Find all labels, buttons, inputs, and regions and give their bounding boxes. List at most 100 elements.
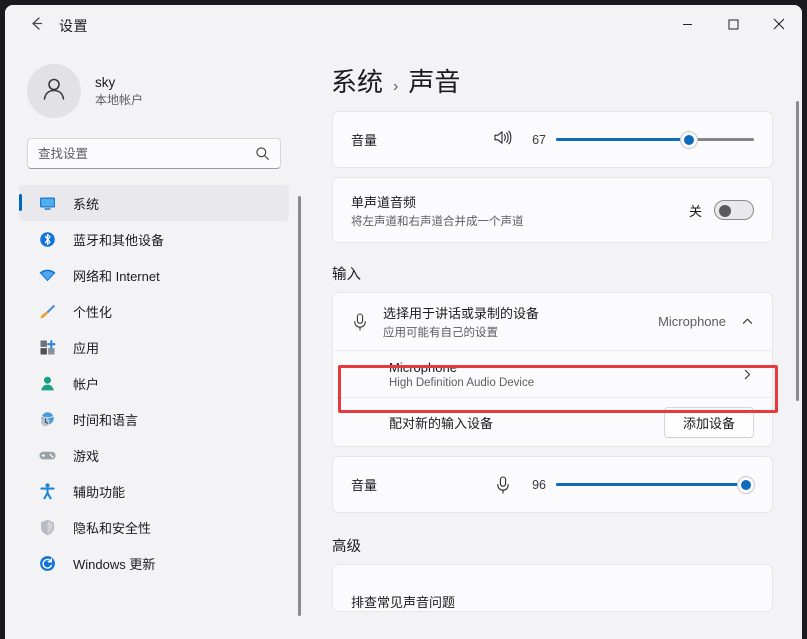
sidebar-item-accessibility[interactable]: 辅助功能 xyxy=(19,473,289,509)
chevron-up-icon[interactable] xyxy=(740,315,754,328)
advanced-section-heading: 高级 xyxy=(332,539,361,555)
input-device-picker-text: 选择用于讲话或录制的设备 应用可能有自己的设置 xyxy=(383,303,539,340)
sidebar-item-apps[interactable]: 应用 xyxy=(19,329,289,365)
shield-icon xyxy=(37,517,57,537)
apps-icon xyxy=(37,337,57,357)
minimize-button[interactable] xyxy=(664,5,710,46)
input-volume-value: 96 xyxy=(532,477,546,492)
arrow-left-icon xyxy=(28,15,45,37)
input-device-item-subtitle: High Definition Audio Device xyxy=(389,376,535,389)
input-volume-label: 音量 xyxy=(351,478,378,493)
accessibility-icon xyxy=(37,481,57,501)
mono-audio-row[interactable]: 单声道音频 将左声道和右声道合并成一个声道 关 xyxy=(333,178,772,242)
profile-text: sky 本地帐户 xyxy=(95,74,143,109)
mono-audio-text: 单声道音频 将左声道和右声道合并成一个声道 xyxy=(351,192,524,229)
speaker-icon xyxy=(493,129,512,151)
profile-name: sky xyxy=(95,74,116,90)
mono-audio-card: 单声道音频 将左声道和右声道合并成一个声道 关 xyxy=(332,177,773,243)
sidebar-item-system[interactable]: 系统 xyxy=(19,185,289,221)
sidebar-item-label: 蓝牙和其他设备 xyxy=(73,232,165,248)
input-device-picker-subtitle: 应用可能有自己的设置 xyxy=(383,327,498,339)
advanced-card: 排查常见声音问题 xyxy=(332,564,773,612)
search-icon xyxy=(255,146,270,166)
sidebar-item-personalization[interactable]: 个性化 xyxy=(19,293,289,329)
user-profile[interactable]: sky 本地帐户 xyxy=(27,64,303,118)
monitor-icon xyxy=(37,193,57,213)
output-volume-label: 音量 xyxy=(351,133,378,148)
update-icon xyxy=(37,553,57,573)
input-volume-slider[interactable] xyxy=(556,476,755,493)
breadcrumb-root[interactable]: 系统 xyxy=(331,62,383,99)
breadcrumb-separator: › xyxy=(393,78,399,95)
search-box[interactable] xyxy=(27,138,281,169)
output-volume-slider[interactable] xyxy=(556,131,754,148)
input-device-item-row[interactable]: Microphone High Definition Audio Device xyxy=(333,351,772,397)
sidebar-item-network[interactable]: 网络和 Internet xyxy=(19,257,289,293)
output-volume-row[interactable]: 音量 67 xyxy=(333,112,772,167)
sidebar-item-bluetooth[interactable]: 蓝牙和其他设备 xyxy=(19,221,289,257)
sidebar-item-label: 个性化 xyxy=(73,304,113,320)
input-device-card: 选择用于讲话或录制的设备 应用可能有自己的设置 Microphone Micro… xyxy=(332,292,773,447)
input-volume-row[interactable]: 音量 96 xyxy=(333,457,772,512)
input-device-picker-value: Microphone xyxy=(658,314,726,329)
gamepad-icon xyxy=(37,445,57,465)
minimize-icon xyxy=(682,17,693,35)
close-icon xyxy=(773,17,785,35)
search-input[interactable] xyxy=(28,139,238,168)
person-icon xyxy=(39,74,69,109)
chevron-right-icon[interactable] xyxy=(740,368,754,381)
troubleshoot-row[interactable]: 排查常见声音问题 xyxy=(333,565,772,611)
sidebar-item-label: 帐户 xyxy=(73,376,100,392)
mono-audio-subtitle: 将左声道和右声道合并成一个声道 xyxy=(351,215,524,228)
sidebar-scrollbar[interactable] xyxy=(298,196,301,616)
breadcrumb-current: 声音 xyxy=(408,67,461,97)
input-device-item-text: Microphone High Definition Audio Device xyxy=(389,360,534,389)
window-controls xyxy=(664,5,802,46)
sidebar-item-time-language[interactable]: 时间和语言 xyxy=(19,401,289,437)
pair-input-device-row: 配对新的输入设备 添加设备 xyxy=(333,398,772,446)
troubleshoot-label: 排查常见声音问题 xyxy=(351,594,456,610)
input-device-item-title: Microphone xyxy=(389,359,457,375)
microphone-icon xyxy=(351,312,369,332)
content-area: 系统 › 声音 音量 67 单声道音频 将左声道和右声道合并成一个声道 关 输入… xyxy=(303,46,802,639)
input-device-picker-row[interactable]: 选择用于讲话或录制的设备 应用可能有自己的设置 Microphone xyxy=(333,293,772,350)
mono-audio-toggle[interactable] xyxy=(714,200,754,220)
settings-window: 设置 sky 本地帐户 查找设置 系统 蓝牙和其他设备 网络和 Internet… xyxy=(5,5,802,639)
output-volume-slider-group[interactable]: 67 xyxy=(493,129,754,151)
maximize-button[interactable] xyxy=(710,5,756,46)
output-volume-value: 67 xyxy=(532,132,546,147)
slider-thumb[interactable] xyxy=(680,131,697,148)
input-volume-slider-group[interactable]: 96 xyxy=(494,475,755,495)
sidebar-item-gaming[interactable]: 游戏 xyxy=(19,437,289,473)
microphone-icon xyxy=(494,475,512,495)
input-volume-card: 音量 96 xyxy=(332,456,773,513)
sidebar-item-privacy-security[interactable]: 隐私和安全性 xyxy=(19,509,289,545)
sidebar-item-label: 时间和语言 xyxy=(73,412,139,428)
sidebar-item-label: 辅助功能 xyxy=(73,484,126,500)
mono-audio-title: 单声道音频 xyxy=(351,194,417,210)
account-icon xyxy=(37,373,57,393)
sidebar-item-windows-update[interactable]: Windows 更新 xyxy=(19,545,289,581)
sidebar-item-accounts[interactable]: 帐户 xyxy=(19,365,289,401)
sidebar-item-label: 系统 xyxy=(73,196,100,212)
slider-fill xyxy=(556,482,747,486)
sidebar-nav: 系统 蓝牙和其他设备 网络和 Internet 个性化 应用 帐户 时间和语言 … xyxy=(5,185,303,581)
sidebar-item-label: 游戏 xyxy=(73,448,100,464)
wifi-icon xyxy=(37,265,57,285)
mono-audio-toggle-label: 关 xyxy=(688,203,702,219)
pair-input-device-label: 配对新的输入设备 xyxy=(389,415,494,431)
title-bar: 设置 xyxy=(5,5,802,46)
bluetooth-icon xyxy=(37,229,57,249)
back-button[interactable] xyxy=(19,11,53,41)
breadcrumb: 系统 › 声音 xyxy=(331,62,802,99)
slider-fill xyxy=(556,137,689,141)
slider-thumb[interactable] xyxy=(738,476,755,493)
content-scrollbar[interactable] xyxy=(796,101,799,401)
toggle-knob xyxy=(719,205,731,217)
profile-account-type: 本地帐户 xyxy=(95,92,144,107)
maximize-icon xyxy=(728,17,739,35)
sidebar-item-label: 应用 xyxy=(73,340,100,356)
avatar xyxy=(27,64,81,118)
add-device-button[interactable]: 添加设备 xyxy=(663,406,754,438)
close-button[interactable] xyxy=(756,5,802,46)
